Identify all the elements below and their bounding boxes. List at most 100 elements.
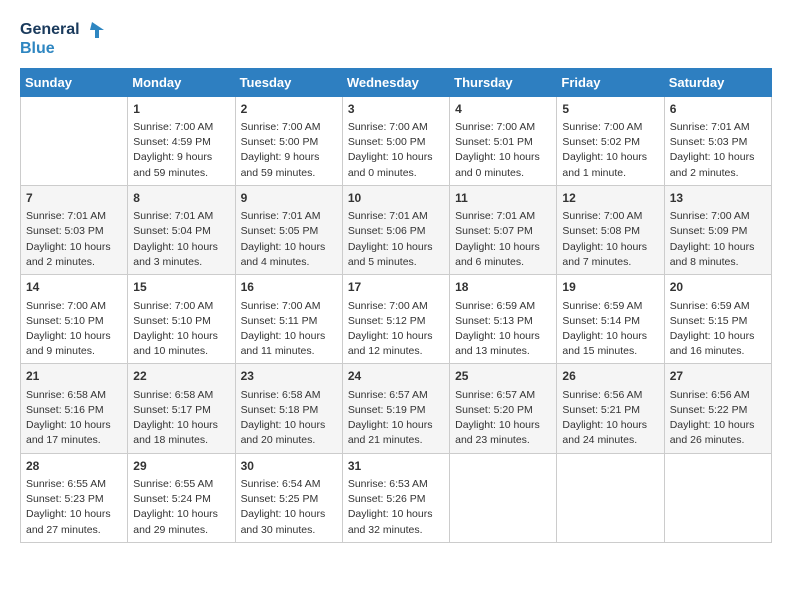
calendar-cell: 22Sunrise: 6:58 AM Sunset: 5:17 PM Dayli…: [128, 364, 235, 453]
header-friday: Friday: [557, 68, 664, 96]
day-info: Sunrise: 7:01 AM Sunset: 5:03 PM Dayligh…: [26, 209, 122, 270]
day-number: 17: [348, 279, 444, 296]
calendar-week-2: 7 Sunrise: 7:01 AM Sunset: 5:03 PM Daylig…: [21, 185, 772, 274]
day-info: Sunrise: 7:00 AM Sunset: 4:59 PM Dayligh…: [133, 120, 229, 181]
day-number: 6: [670, 101, 766, 118]
calendar-cell: [557, 453, 664, 542]
calendar-cell: 13 Sunrise: 7:00 AM Sunset: 5:09 PM Dayli…: [664, 185, 771, 274]
day-number: 19: [562, 279, 658, 296]
calendar-cell: 25 Sunrise: 6:57 AM Sunset: 5:20 PM Dayli…: [450, 364, 557, 453]
calendar-cell: 20 Sunrise: 6:59 AM Sunset: 5:15 PM Dayli…: [664, 275, 771, 364]
day-info: Sunrise: 6:59 AM Sunset: 5:13 PM Dayligh…: [455, 299, 551, 360]
calendar-cell: 4Sunrise: 7:00 AM Sunset: 5:01 PM Daylig…: [450, 96, 557, 185]
calendar-cell: 24Sunrise: 6:57 AM Sunset: 5:19 PM Dayli…: [342, 364, 449, 453]
day-number: 3: [348, 101, 444, 118]
day-info: Sunrise: 6:56 AM Sunset: 5:22 PM Dayligh…: [670, 388, 766, 449]
header-tuesday: Tuesday: [235, 68, 342, 96]
calendar-cell: 11Sunrise: 7:01 AM Sunset: 5:07 PM Dayli…: [450, 185, 557, 274]
day-number: 9: [241, 190, 337, 207]
day-info: Sunrise: 6:54 AM Sunset: 5:25 PM Dayligh…: [241, 477, 337, 538]
day-number: 24: [348, 368, 444, 385]
day-info: Sunrise: 6:53 AM Sunset: 5:26 PM Dayligh…: [348, 477, 444, 538]
calendar-cell: 31 Sunrise: 6:53 AM Sunset: 5:26 PM Dayli…: [342, 453, 449, 542]
calendar-cell: 15 Sunrise: 7:00 AM Sunset: 5:10 PM Dayli…: [128, 275, 235, 364]
day-number: 29: [133, 458, 229, 475]
calendar-cell: 2Sunrise: 7:00 AM Sunset: 5:00 PM Daylig…: [235, 96, 342, 185]
calendar-cell: 8 Sunrise: 7:01 AM Sunset: 5:04 PM Daylig…: [128, 185, 235, 274]
day-number: 23: [241, 368, 337, 385]
calendar-cell: 14Sunrise: 7:00 AM Sunset: 5:10 PM Dayli…: [21, 275, 128, 364]
day-number: 7: [26, 190, 122, 207]
day-number: 31: [348, 458, 444, 475]
calendar-cell: [450, 453, 557, 542]
header-monday: Monday: [128, 68, 235, 96]
calendar-cell: 19 Sunrise: 6:59 AM Sunset: 5:14 PM Dayli…: [557, 275, 664, 364]
calendar-cell: 21 Sunrise: 6:58 AM Sunset: 5:16 PM Dayli…: [21, 364, 128, 453]
day-number: 25: [455, 368, 551, 385]
calendar-cell: 1 Sunrise: 7:00 AM Sunset: 4:59 PM Daylig…: [128, 96, 235, 185]
day-number: 16: [241, 279, 337, 296]
day-info: Sunrise: 7:00 AM Sunset: 5:09 PM Dayligh…: [670, 209, 766, 270]
calendar-cell: 23 Sunrise: 6:58 AM Sunset: 5:18 PM Dayli…: [235, 364, 342, 453]
day-number: 30: [241, 458, 337, 475]
calendar-cell: 7 Sunrise: 7:01 AM Sunset: 5:03 PM Daylig…: [21, 185, 128, 274]
calendar-cell: 30 Sunrise: 6:54 AM Sunset: 5:25 PM Dayli…: [235, 453, 342, 542]
calendar-cell: [664, 453, 771, 542]
calendar-cell: 16 Sunrise: 7:00 AM Sunset: 5:11 PM Dayli…: [235, 275, 342, 364]
day-number: 13: [670, 190, 766, 207]
day-info: Sunrise: 6:58 AM Sunset: 5:16 PM Dayligh…: [26, 388, 122, 449]
day-number: 11: [455, 190, 551, 207]
day-number: 18: [455, 279, 551, 296]
day-info: Sunrise: 6:59 AM Sunset: 5:14 PM Dayligh…: [562, 299, 658, 360]
day-number: 4: [455, 101, 551, 118]
logo: General Blue: [20, 20, 104, 58]
day-number: 15: [133, 279, 229, 296]
day-info: Sunrise: 7:00 AM Sunset: 5:11 PM Dayligh…: [241, 299, 337, 360]
logo-mark: General Blue: [20, 20, 104, 58]
header-sunday: Sunday: [21, 68, 128, 96]
logo-bird-icon: [82, 20, 104, 40]
calendar-cell: 12 Sunrise: 7:00 AM Sunset: 5:08 PM Dayli…: [557, 185, 664, 274]
day-info: Sunrise: 7:01 AM Sunset: 5:03 PM Dayligh…: [670, 120, 766, 181]
day-info: Sunrise: 7:00 AM Sunset: 5:10 PM Dayligh…: [133, 299, 229, 360]
day-info: Sunrise: 7:00 AM Sunset: 5:08 PM Dayligh…: [562, 209, 658, 270]
day-info: Sunrise: 7:00 AM Sunset: 5:10 PM Dayligh…: [26, 299, 122, 360]
day-number: 2: [241, 101, 337, 118]
calendar-cell: [21, 96, 128, 185]
day-number: 28: [26, 458, 122, 475]
day-info: Sunrise: 7:01 AM Sunset: 5:06 PM Dayligh…: [348, 209, 444, 270]
calendar-cell: 9 Sunrise: 7:01 AM Sunset: 5:05 PM Daylig…: [235, 185, 342, 274]
day-number: 26: [562, 368, 658, 385]
day-info: Sunrise: 7:01 AM Sunset: 5:05 PM Dayligh…: [241, 209, 337, 270]
calendar-week-3: 14Sunrise: 7:00 AM Sunset: 5:10 PM Dayli…: [21, 275, 772, 364]
day-info: Sunrise: 6:56 AM Sunset: 5:21 PM Dayligh…: [562, 388, 658, 449]
day-number: 20: [670, 279, 766, 296]
day-info: Sunrise: 6:59 AM Sunset: 5:15 PM Dayligh…: [670, 299, 766, 360]
calendar-cell: 5Sunrise: 7:00 AM Sunset: 5:02 PM Daylig…: [557, 96, 664, 185]
day-number: 27: [670, 368, 766, 385]
day-info: Sunrise: 7:01 AM Sunset: 5:04 PM Dayligh…: [133, 209, 229, 270]
page-header: General Blue: [20, 20, 772, 58]
day-info: Sunrise: 6:55 AM Sunset: 5:24 PM Dayligh…: [133, 477, 229, 538]
header-saturday: Saturday: [664, 68, 771, 96]
calendar-cell: 27 Sunrise: 6:56 AM Sunset: 5:22 PM Dayli…: [664, 364, 771, 453]
calendar-cell: 17 Sunrise: 7:00 AM Sunset: 5:12 PM Dayli…: [342, 275, 449, 364]
calendar-header-row: SundayMondayTuesdayWednesdayThursdayFrid…: [21, 68, 772, 96]
calendar-table: SundayMondayTuesdayWednesdayThursdayFrid…: [20, 68, 772, 543]
day-number: 5: [562, 101, 658, 118]
day-number: 12: [562, 190, 658, 207]
calendar-cell: 6 Sunrise: 7:01 AM Sunset: 5:03 PM Daylig…: [664, 96, 771, 185]
calendar-cell: 18 Sunrise: 6:59 AM Sunset: 5:13 PM Dayli…: [450, 275, 557, 364]
day-number: 22: [133, 368, 229, 385]
calendar-cell: 28Sunrise: 6:55 AM Sunset: 5:23 PM Dayli…: [21, 453, 128, 542]
day-number: 8: [133, 190, 229, 207]
day-info: Sunrise: 6:57 AM Sunset: 5:20 PM Dayligh…: [455, 388, 551, 449]
day-number: 10: [348, 190, 444, 207]
calendar-week-4: 21 Sunrise: 6:58 AM Sunset: 5:16 PM Dayli…: [21, 364, 772, 453]
header-thursday: Thursday: [450, 68, 557, 96]
day-number: 1: [133, 101, 229, 118]
day-info: Sunrise: 7:00 AM Sunset: 5:12 PM Dayligh…: [348, 299, 444, 360]
day-info: Sunrise: 6:58 AM Sunset: 5:18 PM Dayligh…: [241, 388, 337, 449]
calendar-week-5: 28Sunrise: 6:55 AM Sunset: 5:23 PM Dayli…: [21, 453, 772, 542]
day-number: 21: [26, 368, 122, 385]
